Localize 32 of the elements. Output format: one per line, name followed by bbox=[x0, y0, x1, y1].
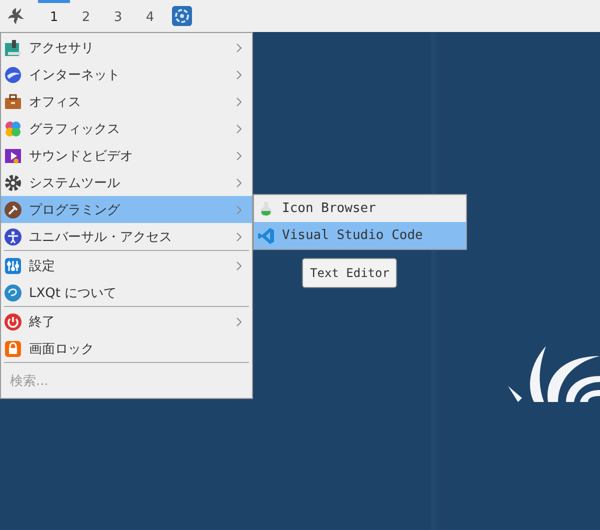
menu-item[interactable]: システムツール bbox=[1, 169, 252, 196]
sliders-icon bbox=[4, 256, 22, 274]
tooltip: Text Editor bbox=[302, 258, 398, 288]
menu-item[interactable]: オフィス bbox=[1, 88, 252, 115]
gear-icon bbox=[4, 174, 22, 192]
accessibility-icon bbox=[4, 228, 22, 246]
menu-item[interactable]: アクセサリ bbox=[1, 34, 252, 61]
start-menu-icon[interactable] bbox=[6, 6, 26, 26]
menu-item[interactable]: ユニバーサル・アクセス bbox=[1, 223, 252, 250]
film-icon bbox=[4, 146, 22, 164]
accessories-icon bbox=[4, 38, 22, 56]
menu-item[interactable]: インターネット bbox=[1, 61, 252, 88]
menu-item[interactable]: 設定 bbox=[1, 252, 252, 279]
menu-item[interactable]: LXQt について bbox=[1, 279, 252, 306]
menu-item[interactable]: サウンドとビデオ bbox=[1, 142, 252, 169]
menu-item[interactable]: プログラミング bbox=[1, 196, 252, 223]
workspace-button[interactable]: 2 bbox=[70, 0, 102, 32]
menu-item[interactable]: Icon Browser bbox=[254, 195, 466, 222]
menu-item[interactable]: 終了 bbox=[1, 308, 252, 335]
menu-item[interactable]: Visual Studio Code bbox=[254, 222, 466, 249]
globe-icon bbox=[4, 66, 22, 84]
menu-item[interactable]: グラフィックス bbox=[1, 115, 252, 142]
search-field[interactable]: 検索... bbox=[1, 364, 252, 398]
menu-item[interactable]: 画面ロック bbox=[1, 335, 252, 362]
palette-icon bbox=[4, 120, 22, 138]
power-icon bbox=[4, 312, 22, 330]
code-editor-icon bbox=[257, 226, 275, 244]
workspace-button[interactable]: 4 bbox=[134, 0, 166, 32]
briefcase-icon bbox=[4, 92, 22, 110]
lock-icon bbox=[4, 340, 22, 358]
workspace-button[interactable]: 3 bbox=[102, 0, 134, 32]
hammer-icon bbox=[4, 200, 22, 218]
